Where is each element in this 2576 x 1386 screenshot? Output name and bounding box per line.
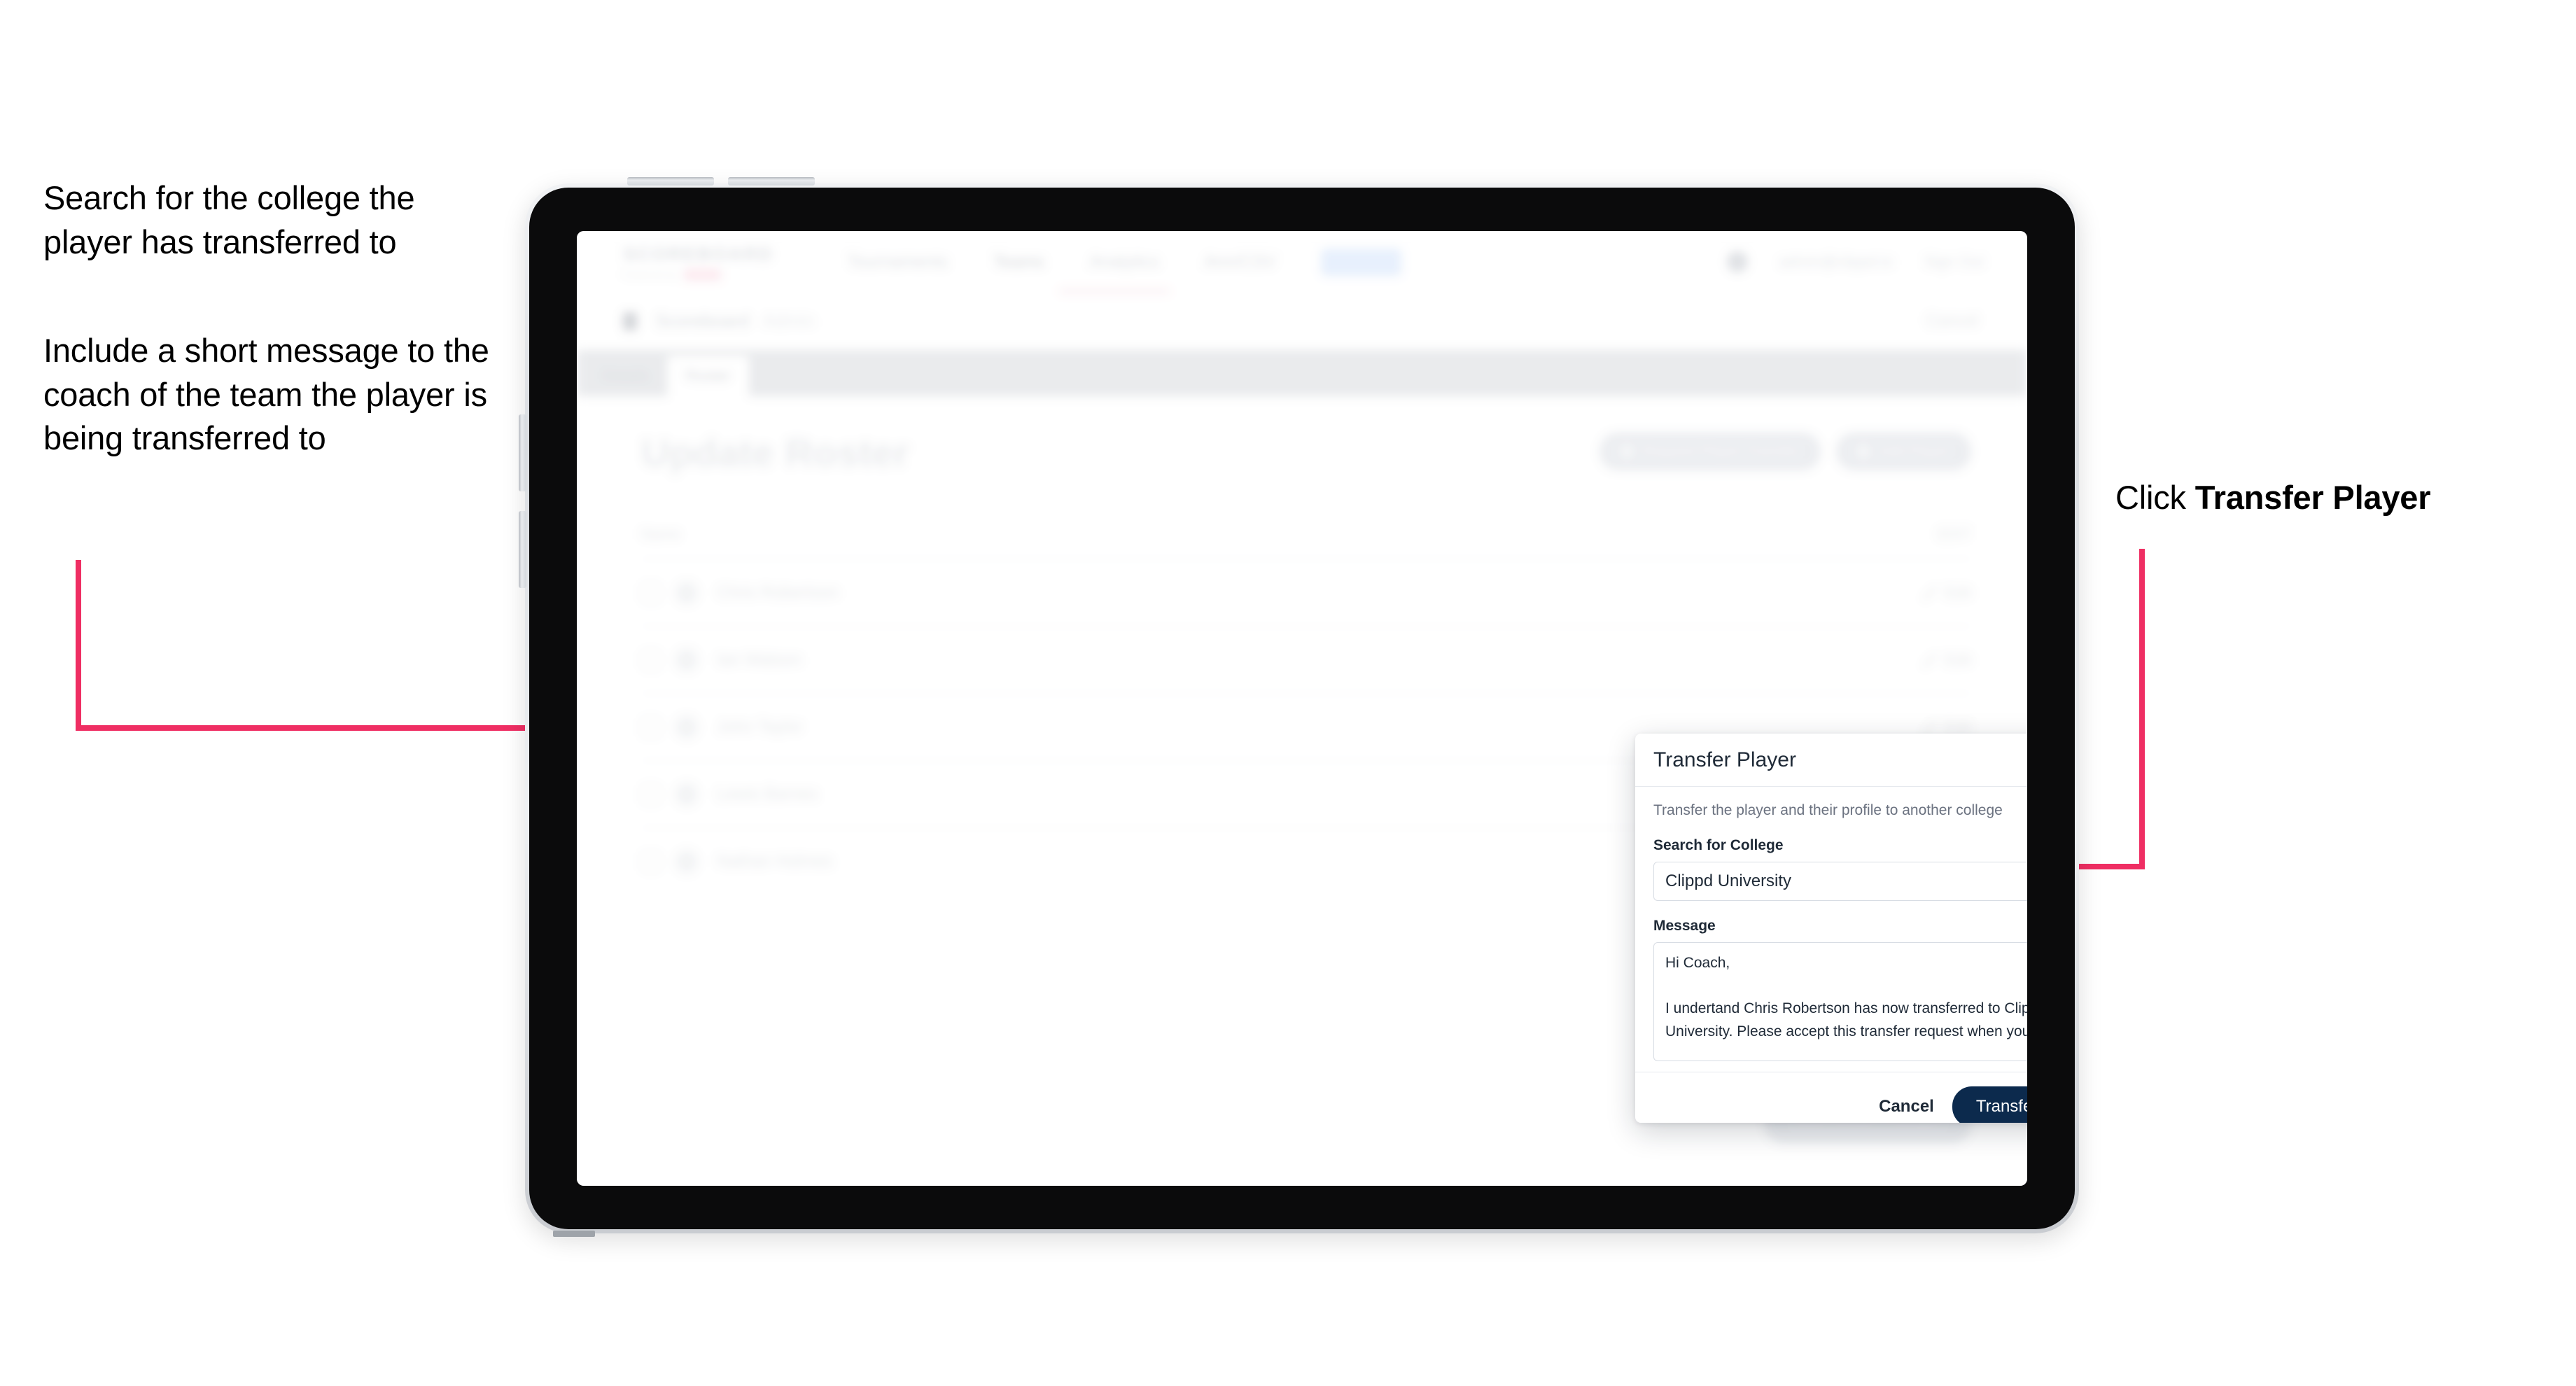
arrow-right-vertical	[2139, 549, 2145, 869]
annotation-click-transfer: Click Transfer Player	[2115, 476, 2549, 520]
dialog-footer: Cancel Transfer Player	[1635, 1072, 2027, 1123]
annotation-click-prefix: Click	[2115, 479, 2195, 516]
search-college-label: Search for College	[1653, 837, 1784, 853]
dialog-body: Transfer the player and their profile to…	[1635, 787, 2027, 1072]
device-volume-up-button-icon[interactable]	[519, 414, 526, 491]
device-top-button-2-icon[interactable]	[728, 177, 815, 186]
tablet-device-frame: SCOREBOARD Powered by Clippd Tournaments…	[519, 177, 2079, 1237]
dialog-header: Transfer Player	[1635, 734, 2027, 787]
message-label: Message	[1653, 918, 1716, 934]
search-college-input[interactable]	[1653, 862, 2027, 901]
screenshot-root: Search for the college the player has tr…	[0, 0, 2576, 1386]
device-top-button-1-icon[interactable]	[627, 177, 714, 186]
tablet-bezel: SCOREBOARD Powered by Clippd Tournaments…	[529, 188, 2075, 1229]
transfer-player-dialog: Transfer Player Transfer the player and …	[1635, 734, 2027, 1123]
field-spacer	[1653, 901, 2027, 918]
device-volume-down-button-icon[interactable]	[519, 511, 526, 588]
dialog-description: Transfer the player and their profile to…	[1653, 802, 2003, 818]
arrow-left-vertical	[76, 560, 81, 731]
message-textarea[interactable]	[1653, 942, 2027, 1061]
tablet-screen: SCOREBOARD Powered by Clippd Tournaments…	[577, 231, 2027, 1186]
device-bottom-foot	[553, 1231, 595, 1237]
annotation-include-message: Include a short message to the coach of …	[43, 332, 489, 456]
dialog-title: Transfer Player	[1653, 748, 1796, 771]
annotation-search-college: Search for the college the player has tr…	[43, 179, 415, 260]
annotation-click-bold: Transfer Player	[2194, 479, 2431, 516]
transfer-player-button[interactable]: Transfer Player	[1952, 1086, 2027, 1123]
cancel-button[interactable]: Cancel	[1879, 1097, 1934, 1116]
